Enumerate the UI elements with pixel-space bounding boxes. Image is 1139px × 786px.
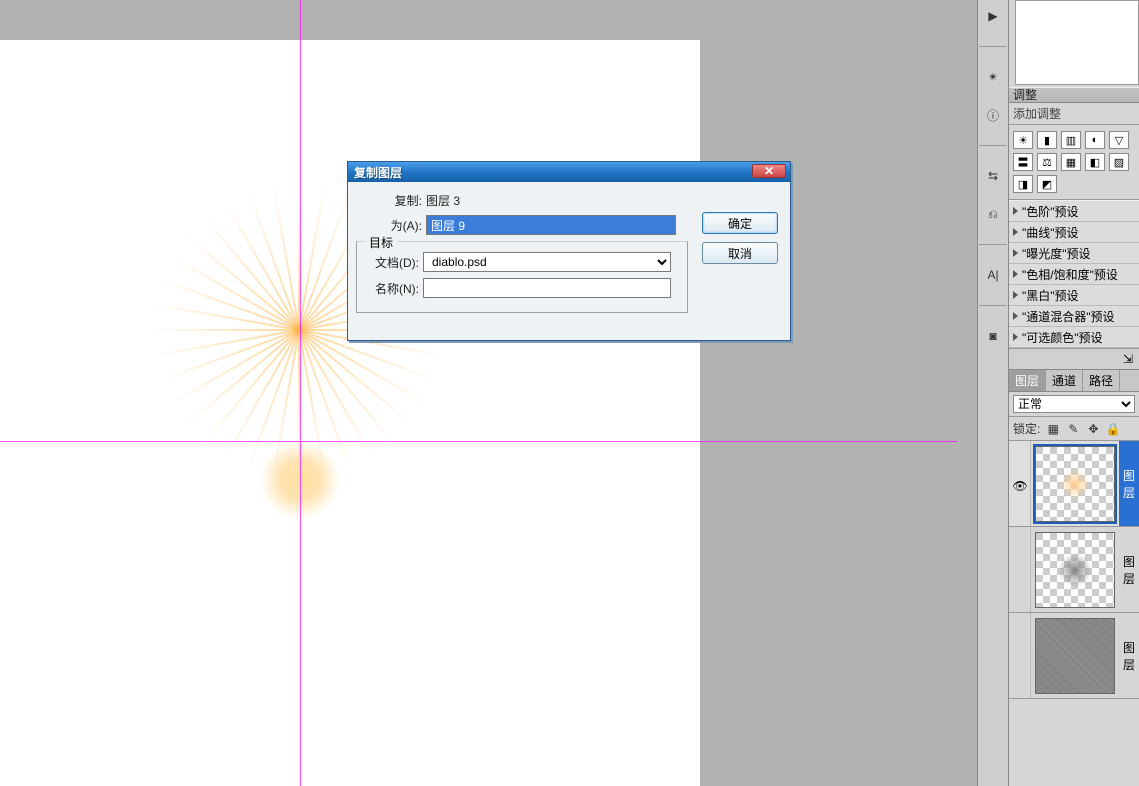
play-icon[interactable]: ▶ (983, 6, 1003, 26)
right-panels: 调整 添加调整 ☀ ▮ ▥ ◐ ▽ 〓 ⚖ ▦ ◧ ▨ ◨ ◩ "色阶"预设 "… (1009, 0, 1139, 786)
tab-layers[interactable]: 图层 (1009, 370, 1046, 391)
threshold-icon[interactable]: ◩ (1037, 175, 1057, 193)
canvas-workspace (0, 0, 957, 786)
preset-item[interactable]: "通道混合器"预设 (1009, 306, 1139, 327)
photo-filter-icon[interactable]: ◧ (1085, 153, 1105, 171)
layer-list: 👁 图层 图层 图层 (1009, 441, 1139, 786)
guide-horizontal[interactable] (0, 441, 957, 442)
duplicate-layer-dialog: 复制图层 ✕ 复制: 图层 3 为(A): 目标 文档(D): diablo.p… (347, 161, 791, 341)
navigator-preview[interactable] (1015, 0, 1139, 85)
as-input[interactable] (426, 215, 676, 235)
chevron-right-icon (1013, 228, 1018, 236)
cancel-button[interactable]: 取消 (702, 242, 778, 264)
channel-mixer-icon[interactable]: ▨ (1109, 153, 1129, 171)
hue-icon[interactable]: 〓 (1013, 153, 1033, 171)
curves-icon[interactable]: ▥ (1061, 131, 1081, 149)
dialog-title: 复制图层 (354, 164, 402, 181)
layer-thumbnail[interactable] (1035, 532, 1115, 608)
vibrance-icon[interactable]: ▽ (1109, 131, 1129, 149)
expand-icon[interactable]: ⇲ (1123, 352, 1133, 366)
preset-item[interactable]: "曲线"预设 (1009, 222, 1139, 243)
presets-footer: ⇲ (1009, 348, 1139, 370)
exposure-icon[interactable]: ◐ (1085, 131, 1105, 149)
layer-thumbnail[interactable] (1035, 618, 1115, 694)
bw-icon[interactable]: ▦ (1061, 153, 1081, 171)
invert-icon[interactable]: ◨ (1013, 175, 1033, 193)
info-icon[interactable]: ⓘ (983, 105, 1003, 125)
add-adjustment-label: 添加调整 (1009, 103, 1139, 125)
lock-row: 锁定: ▦ ✎ ✥ 🔒 (1009, 417, 1139, 441)
target-legend: 目标 (365, 234, 397, 251)
levels-icon[interactable]: ▮ (1037, 131, 1057, 149)
sun-icon[interactable]: ✴ (983, 67, 1003, 87)
collapsed-panel-strip: ▶ ✴ ⓘ ⇆ ⎌ A| ◙ (977, 0, 1009, 786)
chevron-right-icon (1013, 312, 1018, 320)
lock-position-icon[interactable]: ✥ (1086, 422, 1100, 436)
layer-row[interactable]: 图层 (1009, 613, 1139, 699)
brightness-icon[interactable]: ☀ (1013, 131, 1033, 149)
duplicate-label: 复制: (356, 192, 426, 209)
lock-pixels-icon[interactable]: ✎ (1066, 422, 1080, 436)
chevron-right-icon (1013, 249, 1018, 257)
layer-row[interactable]: 图层 (1009, 527, 1139, 613)
layer-name[interactable]: 图层 (1119, 613, 1139, 698)
chevron-right-icon (1013, 207, 1018, 215)
dialog-titlebar[interactable]: 复制图层 ✕ (348, 162, 790, 182)
chevron-right-icon (1013, 270, 1018, 278)
target-fieldset: 目标 文档(D): diablo.psd 名称(N): (356, 241, 688, 313)
document-select[interactable]: diablo.psd (423, 252, 671, 272)
preset-item[interactable]: "黑白"预设 (1009, 285, 1139, 306)
name-input[interactable] (423, 278, 671, 298)
as-label: 为(A): (356, 217, 426, 234)
lock-all-icon[interactable]: 🔒 (1106, 422, 1120, 436)
camera-icon[interactable]: ◙ (983, 326, 1003, 346)
visibility-eye-icon[interactable]: 👁 (1013, 479, 1027, 489)
guide-vertical[interactable] (300, 0, 301, 786)
duplicate-source-value: 图层 3 (426, 192, 460, 209)
adjustment-icon-grid: ☀ ▮ ▥ ◐ ▽ 〓 ⚖ ▦ ◧ ▨ ◨ ◩ (1009, 125, 1139, 200)
lock-label: 锁定: (1013, 420, 1040, 437)
clone-icon[interactable]: ⎌ (983, 204, 1003, 224)
adjustment-presets-list: "色阶"预设 "曲线"预设 "曝光度"预设 "色相/饱和度"预设 "黑白"预设 … (1009, 200, 1139, 348)
chevron-right-icon (1013, 291, 1018, 299)
name-label: 名称(N): (365, 280, 423, 297)
layers-panel-tabs: 图层 通道 路径 (1009, 370, 1139, 392)
adjustments-panel-header[interactable]: 调整 (1009, 87, 1139, 103)
document-label: 文档(D): (365, 254, 423, 271)
preset-item[interactable]: "色阶"预设 (1009, 201, 1139, 222)
chevron-right-icon (1013, 333, 1018, 341)
text-tool-icon[interactable]: A| (983, 265, 1003, 285)
balance-icon[interactable]: ⚖ (1037, 153, 1057, 171)
layer-name[interactable]: 图层 (1119, 441, 1139, 526)
blend-mode-row: 正常 (1009, 392, 1139, 417)
tab-paths[interactable]: 路径 (1083, 370, 1120, 391)
document-canvas[interactable] (0, 40, 700, 786)
layer-row[interactable]: 👁 图层 (1009, 441, 1139, 527)
lock-transparency-icon[interactable]: ▦ (1046, 422, 1060, 436)
layer-thumbnail[interactable] (1035, 446, 1115, 522)
ok-button[interactable]: 确定 (702, 212, 778, 234)
preset-item[interactable]: "曝光度"预设 (1009, 243, 1139, 264)
layer-name[interactable]: 图层 (1119, 527, 1139, 612)
swap-icon[interactable]: ⇆ (983, 166, 1003, 186)
blend-mode-select[interactable]: 正常 (1013, 395, 1135, 413)
tab-channels[interactable]: 通道 (1046, 370, 1083, 391)
preset-item[interactable]: "可选颜色"预设 (1009, 327, 1139, 348)
preset-item[interactable]: "色相/饱和度"预设 (1009, 264, 1139, 285)
dialog-close-button[interactable]: ✕ (752, 164, 786, 178)
